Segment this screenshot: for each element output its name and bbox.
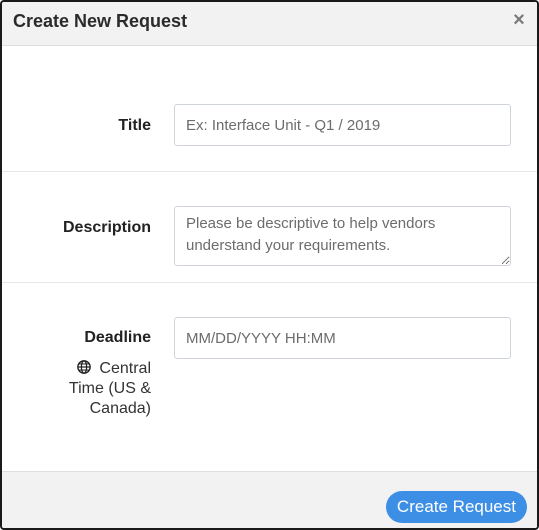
modal-header: Create New Request × [2, 2, 537, 46]
title-label: Title [118, 117, 151, 134]
title-input[interactable] [174, 104, 511, 146]
description-label: Description [62, 219, 151, 236]
description-row: Description [2, 172, 537, 282]
modal-footer: Create Request [2, 471, 537, 528]
close-icon[interactable]: × [509, 8, 529, 32]
description-textarea[interactable] [174, 206, 511, 266]
deadline-row: Deadline Central Time (US & Canada) [2, 283, 537, 471]
deadline-label: Deadline [84, 329, 151, 346]
modal-title: Create New Request [13, 11, 188, 31]
globe-icon [77, 360, 92, 374]
create-request-modal: Create New Request × Title Description D… [0, 0, 539, 530]
title-row: Title [2, 47, 537, 171]
deadline-input[interactable] [174, 317, 511, 359]
timezone-info: Central Time (US & Canada) [41, 359, 151, 419]
create-request-button[interactable]: Create Request [385, 491, 527, 523]
